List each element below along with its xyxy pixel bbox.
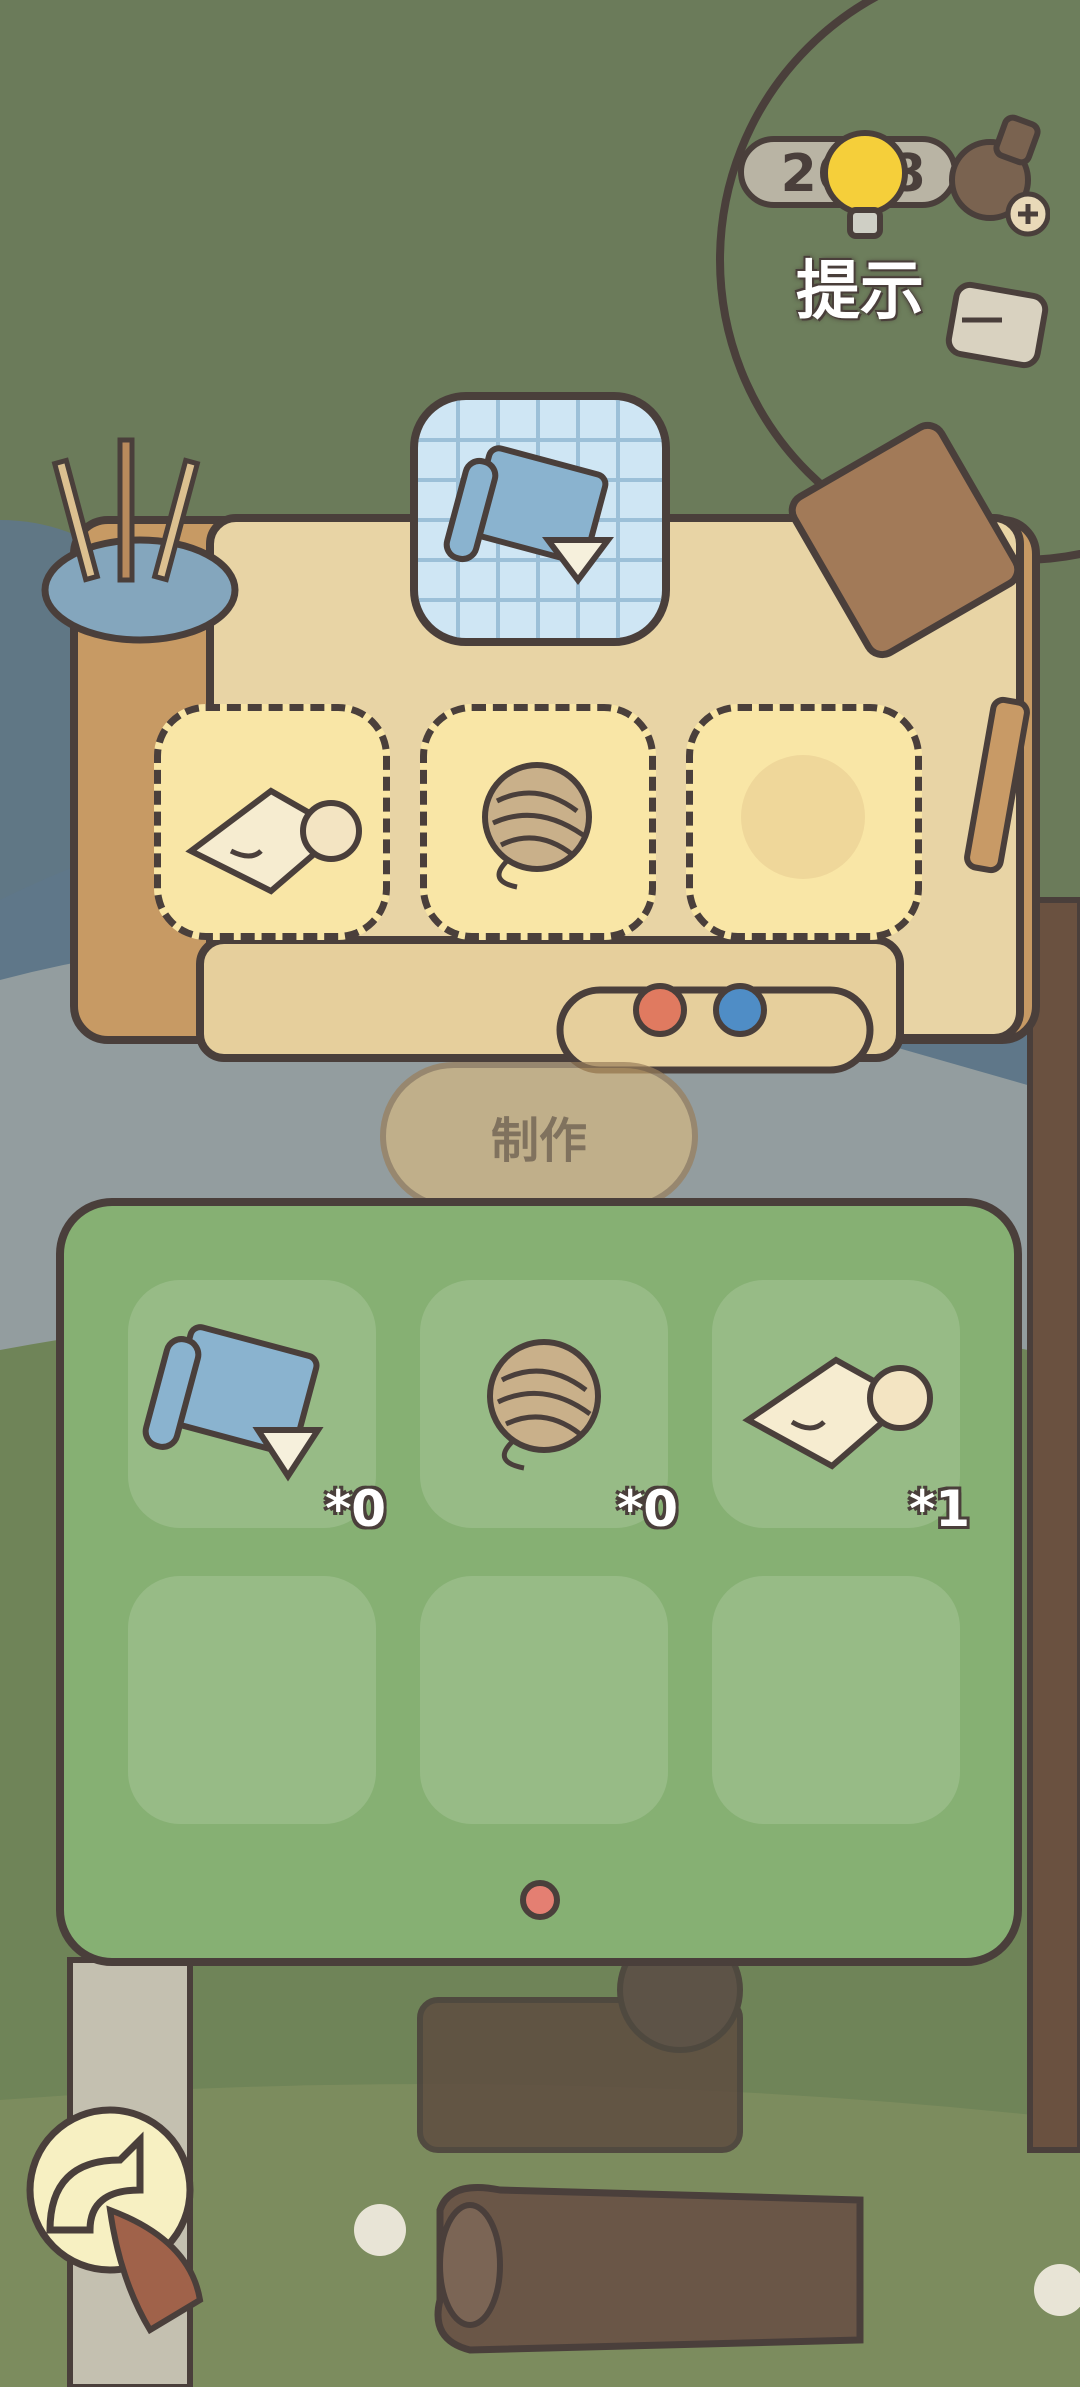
inventory-slot-empty[interactable] bbox=[128, 1576, 376, 1824]
inventory-panel: *0 *0 *1 bbox=[56, 1198, 1022, 1966]
add-hint-button[interactable] bbox=[940, 110, 1050, 240]
craft-button-label: 制作 bbox=[490, 1113, 587, 1169]
item-count: *1 bbox=[909, 1480, 970, 1538]
recipe-slot-2[interactable] bbox=[420, 704, 656, 940]
inventory-slot-yarn-ball[interactable]: *0 bbox=[420, 1280, 678, 1538]
recipe-slot-3[interactable] bbox=[686, 704, 922, 940]
craft-button[interactable]: 制作 bbox=[380, 1062, 698, 1210]
back-button[interactable] bbox=[30, 2120, 210, 2300]
craft-target-slot bbox=[410, 392, 670, 646]
hint-label[interactable]: 提示 bbox=[796, 252, 936, 332]
hint-hand-icon bbox=[945, 281, 1049, 369]
inventory-slot-paper-scroll[interactable]: *1 bbox=[712, 1280, 970, 1538]
yarn-ball-icon bbox=[482, 762, 592, 890]
item-count: *0 bbox=[617, 1480, 678, 1538]
lightbulb-icon bbox=[822, 130, 908, 239]
page-indicator-dot[interactable] bbox=[520, 1880, 560, 1920]
inventory-slot-empty[interactable] bbox=[420, 1576, 668, 1824]
recipe-slot-1[interactable] bbox=[154, 704, 390, 940]
blueprint-icon bbox=[418, 400, 662, 638]
item-count: *0 bbox=[325, 1480, 386, 1538]
inventory-slot-blueprint[interactable]: *0 bbox=[128, 1280, 386, 1538]
inventory-slot-empty[interactable] bbox=[712, 1576, 960, 1824]
empty-slot-icon bbox=[741, 755, 865, 879]
paper-scroll-icon bbox=[185, 787, 362, 895]
